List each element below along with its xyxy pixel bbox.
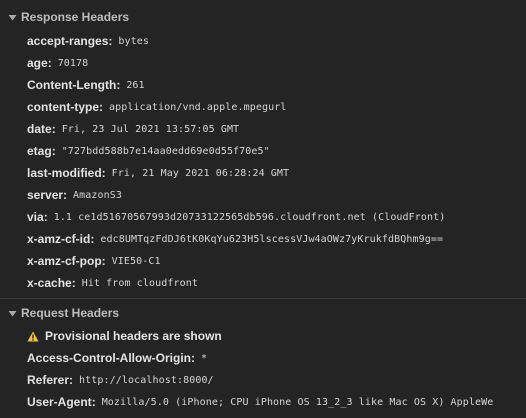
provisional-headers-warning: Provisional headers are shown	[27, 327, 222, 345]
response-header-row: date: Fri, 23 Jul 2021 13:57:05 GMT	[27, 122, 240, 136]
response-header-row: accept-ranges: bytes	[27, 34, 149, 48]
response-header-row: Content-Length: 261	[27, 78, 145, 92]
network-headers-panel: Response Headers accept-ranges: bytes ag…	[0, 0, 526, 418]
response-header-row: last-modified: Fri, 21 May 2021 06:28:24…	[27, 166, 290, 180]
header-name: etag	[27, 144, 52, 158]
header-name: Access-Control-Allow-Origin	[27, 351, 192, 365]
request-header-row: Access-Control-Allow-Origin: *	[27, 351, 208, 365]
header-name: content-type	[27, 100, 99, 114]
header-value: 1.1 ce1d51670567993d20733122565db596.clo…	[53, 211, 446, 223]
header-value: Fri, 21 May 2021 06:28:24 GMT	[111, 167, 290, 179]
header-name: accept-ranges	[27, 34, 109, 48]
header-value: AmazonS3	[73, 189, 123, 201]
warning-icon	[27, 331, 39, 341]
header-value: edc8UMTqzFdDJ6tK0KqYu623H5lscessVJw4aOWz…	[100, 233, 444, 245]
header-name: Referer	[27, 373, 70, 387]
header-name: x-amz-cf-pop	[27, 254, 102, 268]
header-value: 70178	[57, 57, 89, 69]
request-headers-title: Request Headers	[21, 306, 120, 320]
header-name: server	[27, 188, 64, 202]
response-header-row: via: 1.1 ce1d51670567993d20733122565db59…	[27, 210, 446, 224]
header-name: x-amz-cf-id	[27, 232, 91, 246]
header-value: Mozilla/5.0 (iPhone; CPU iPhone OS 13_2_…	[101, 396, 494, 408]
request-headers-section-header[interactable]: Request Headers	[0, 302, 526, 324]
header-name: User-Agent	[27, 395, 92, 409]
header-value: VIE50-C1	[111, 255, 161, 267]
request-header-row: User-Agent: Mozilla/5.0 (iPhone; CPU iPh…	[27, 395, 494, 409]
request-header-row: Referer: http://localhost:8000/	[27, 373, 214, 387]
header-value: Fri, 23 Jul 2021 13:57:05 GMT	[61, 123, 240, 135]
header-name: age	[27, 56, 48, 70]
header-name: last-modified	[27, 166, 102, 180]
header-value: 261	[126, 79, 145, 91]
section-divider	[0, 298, 526, 299]
header-value: Hit from cloudfront	[81, 277, 198, 289]
response-header-row: etag: "727bdd588b7e14aa0edd69e0d55f70e5"	[27, 144, 270, 158]
header-value: bytes	[118, 35, 149, 47]
response-header-row: age: 70178	[27, 56, 89, 70]
response-header-row: x-cache: Hit from cloudfront	[27, 276, 198, 290]
triangle-down-icon	[8, 310, 17, 316]
header-name: x-cache	[27, 276, 72, 290]
response-header-row: x-amz-cf-pop: VIE50-C1	[27, 254, 161, 268]
header-name: Content-Length	[27, 78, 117, 92]
header-value: *	[201, 352, 208, 364]
response-header-row: server: AmazonS3	[27, 188, 123, 202]
header-value: application/vnd.apple.mpegurl	[109, 101, 287, 113]
header-value: http://localhost:8000/	[79, 374, 214, 386]
warning-text: Provisional headers are shown	[45, 329, 222, 343]
header-value: "727bdd588b7e14aa0edd69e0d55f70e5"	[61, 145, 270, 157]
response-header-row: content-type: application/vnd.apple.mpeg…	[27, 100, 287, 114]
triangle-down-icon	[8, 14, 17, 20]
header-name: date	[27, 122, 52, 136]
header-name: via	[27, 210, 44, 224]
response-headers-title: Response Headers	[21, 10, 130, 24]
response-header-row: x-amz-cf-id: edc8UMTqzFdDJ6tK0KqYu623H5l…	[27, 232, 444, 246]
response-headers-section-header[interactable]: Response Headers	[0, 6, 526, 28]
